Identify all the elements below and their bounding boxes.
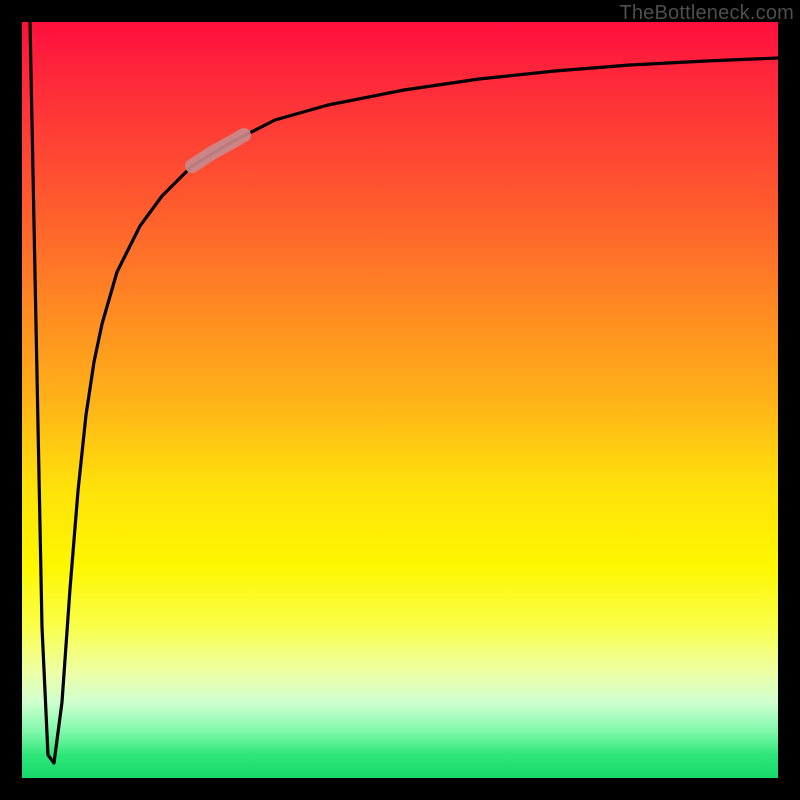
plot-area [22, 22, 778, 778]
highlight-segment [192, 135, 244, 166]
watermark-text: TheBottleneck.com [619, 2, 794, 25]
curve-layer [22, 22, 778, 778]
chart-frame: TheBottleneck.com [0, 0, 800, 800]
bottleneck-curve [30, 22, 778, 763]
